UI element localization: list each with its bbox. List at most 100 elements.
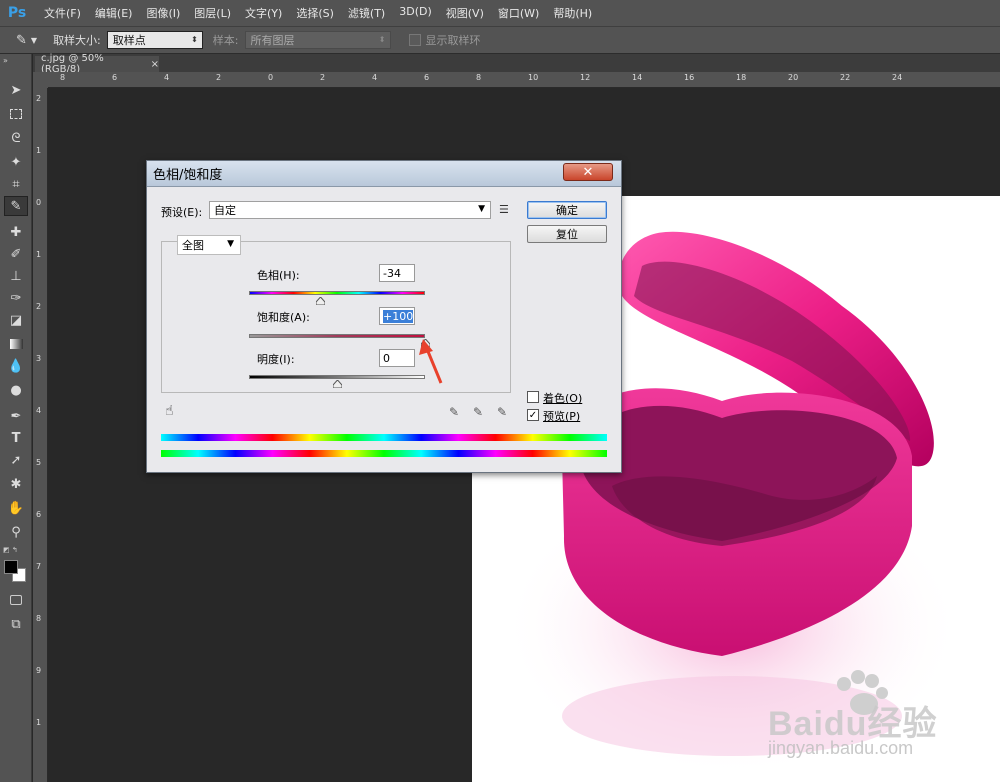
lightness-input[interactable]: 0 — [379, 349, 415, 367]
sample-value: 所有图层 — [250, 34, 295, 47]
zoom-tool-icon[interactable]: ⚲ — [4, 522, 28, 542]
screen-mode-icon[interactable]: ⧉ — [4, 614, 28, 634]
horizontal-ruler[interactable]: 8 6 4 2 0 2 4 6 8 10 12 14 16 18 20 22 24 — [48, 72, 1000, 88]
menu-item-4[interactable]: 文字(Y) — [239, 5, 288, 21]
clone-stamp-tool-icon[interactable]: ⊥ — [4, 266, 28, 286]
menu-item-10[interactable]: 帮助(H) — [547, 5, 598, 21]
photoshop-logo: Ps — [7, 5, 27, 21]
colorize-label: 着色(O) — [543, 392, 583, 405]
menu-item-2[interactable]: 图像(I) — [140, 5, 186, 21]
channel-value: 全图 — [182, 239, 204, 252]
type-tool-icon[interactable]: T — [4, 428, 28, 448]
dialog-title: 色相/饱和度 — [153, 168, 223, 183]
shape-tool-icon[interactable]: ✱ — [4, 474, 28, 494]
input-color-bar — [161, 434, 607, 441]
menu-item-7[interactable]: 3D(D) — [393, 5, 438, 21]
dialog-titlebar[interactable]: 色相/饱和度 ✕ — [147, 161, 621, 187]
foreground-color-swatch[interactable] — [4, 560, 18, 574]
eyedropper-plus-icon[interactable]: ✎ — [473, 405, 483, 419]
ruler-tick-label: 16 — [684, 73, 695, 82]
menu-item-9[interactable]: 窗口(W) — [492, 5, 545, 21]
chevron-down-icon: ▼ — [478, 204, 485, 214]
eyedropper-icon[interactable]: ✎ — [449, 405, 459, 419]
default-colors-icon[interactable]: ◩ ↰ — [3, 546, 18, 554]
hue-slider-track[interactable] — [249, 291, 425, 295]
document-tab-bar: c.jpg @ 50%(RGB/8) × — [33, 53, 1000, 75]
ruler-tick-label: 4 — [36, 406, 42, 415]
eyedropper-minus-icon[interactable]: ✎ — [497, 405, 507, 419]
ruler-tick-label: 7 — [36, 562, 42, 571]
preset-options-icon[interactable]: ☰ — [499, 203, 509, 216]
preview-label: 预览(P) — [543, 410, 581, 423]
show-ring-checkbox[interactable] — [408, 34, 421, 46]
menu-item-5[interactable]: 选择(S) — [290, 5, 340, 21]
eyedropper-tool-icon[interactable]: ✎ — [4, 196, 28, 216]
move-tool-icon[interactable]: ➤ — [4, 80, 28, 100]
preset-select[interactable]: 自定 ▼ — [209, 201, 491, 219]
caret-down-icon: ▼ — [227, 239, 234, 249]
watermark-url: jingyan.baidu.com — [768, 738, 914, 758]
hue-saturation-dialog: 色相/饱和度 ✕ 预设(E): 自定 ▼ ☰ 确定 复位 全图 ▼ 色相(H):… — [146, 160, 622, 473]
preset-label: 预设(E): — [161, 206, 203, 219]
document-tab[interactable]: c.jpg @ 50%(RGB/8) × — [35, 53, 159, 75]
ok-button[interactable]: 确定 — [527, 201, 607, 219]
crop-tool-icon[interactable]: ⌗ — [4, 174, 28, 194]
options-bar: ✎ ▼ 取样大小: 取样点 ⬍ 样本: 所有图层 ⬍ 显示取样环 — [0, 26, 1000, 54]
eraser-tool-icon[interactable]: ◪ — [4, 310, 28, 330]
dodge-tool-icon[interactable]: ● — [4, 380, 28, 400]
show-ring-label: 显示取样环 — [425, 34, 481, 47]
tool-preset-arrow-icon[interactable]: ▼ — [31, 36, 37, 45]
targeted-adjustment-hand-icon[interactable]: ☝ — [165, 403, 174, 419]
gradient-tool-icon[interactable] — [4, 334, 28, 354]
brush-tool-icon[interactable]: ✐ — [4, 244, 28, 264]
menu-item-8[interactable]: 视图(V) — [440, 5, 490, 21]
lightness-slider-thumb[interactable] — [332, 378, 343, 389]
close-icon[interactable]: × — [151, 59, 159, 70]
pen-tool-icon[interactable]: ✒ — [4, 406, 28, 426]
sample-size-select[interactable]: 取样点 ⬍ — [106, 31, 203, 49]
preview-checkbox[interactable]: ✓ — [527, 409, 539, 421]
menu-item-1[interactable]: 编辑(E) — [89, 5, 139, 21]
ruler-tick-label: 4 — [164, 73, 170, 82]
ruler-tick-label: 2 — [36, 302, 42, 311]
ruler-tick-label: 2 — [36, 94, 42, 103]
ruler-tick-label: 1 — [36, 718, 42, 727]
hue-input[interactable]: -34 — [379, 264, 415, 282]
menu-item-6[interactable]: 滤镜(T) — [342, 5, 391, 21]
eyedropper-tool-icon[interactable]: ✎ — [16, 33, 27, 48]
hue-slider-thumb[interactable] — [315, 295, 326, 306]
reset-button[interactable]: 复位 — [527, 225, 607, 243]
menu-item-0[interactable]: 文件(F) — [38, 5, 87, 21]
ruler-corner — [33, 72, 48, 88]
menu-items: 文件(F) 编辑(E) 图像(I) 图层(L) 文字(Y) 选择(S) 滤镜(T) 3D(D)… — [36, 5, 598, 21]
ruler-tick-label: 24 — [892, 73, 903, 82]
saturation-slider-track[interactable] — [249, 334, 425, 338]
ruler-tick-label: 2 — [216, 73, 222, 82]
healing-brush-tool-icon[interactable]: ✚ — [4, 222, 28, 242]
ruler-tick-label: 10 — [528, 73, 539, 82]
blur-tool-icon[interactable]: 💧 — [4, 356, 28, 376]
history-brush-tool-icon[interactable]: ✑ — [4, 288, 28, 308]
ruler-tick-label: 3 — [36, 354, 42, 363]
channel-select[interactable]: 全图 ▼ — [177, 235, 241, 255]
ruler-tick-label: 1 — [36, 146, 42, 155]
magic-wand-tool-icon[interactable]: ✦ — [4, 152, 28, 172]
colorize-checkbox[interactable] — [527, 391, 539, 403]
saturation-input[interactable]: +100 — [379, 307, 415, 325]
close-icon[interactable]: ✕ — [563, 163, 613, 181]
sample-select[interactable]: 所有图层 ⬍ — [244, 31, 391, 49]
lasso-tool-icon[interactable]: ᘓ — [4, 128, 28, 148]
ruler-tick-label: 8 — [476, 73, 482, 82]
chevron-updown-icon: ⬍ — [191, 35, 198, 44]
quick-mask-icon[interactable] — [4, 590, 28, 610]
menu-item-3[interactable]: 图层(L) — [188, 5, 237, 21]
ruler-tick-label: 14 — [632, 73, 643, 82]
adjustment-group — [161, 241, 511, 393]
marquee-tool-icon[interactable] — [4, 104, 28, 124]
panel-collapse-icon[interactable]: » — [3, 56, 8, 65]
ruler-tick-label: 5 — [36, 458, 42, 467]
path-selection-tool-icon[interactable]: ➚ — [4, 450, 28, 470]
hand-tool-icon[interactable]: ✋ — [4, 498, 28, 518]
hue-label: 色相(H): — [257, 269, 300, 282]
vertical-ruler[interactable]: 2 1 0 1 2 3 4 5 6 7 8 9 1 — [33, 88, 48, 782]
